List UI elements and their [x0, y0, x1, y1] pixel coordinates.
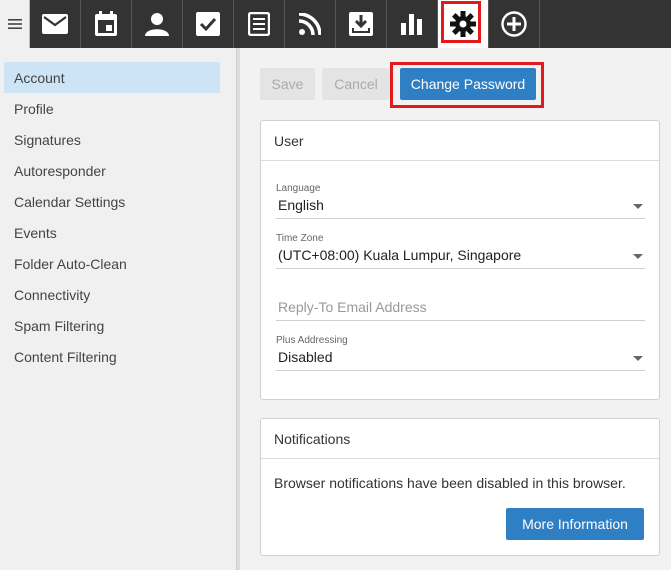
- timezone-value: (UTC+08:00) Kuala Lumpur, Singapore: [278, 247, 522, 263]
- archive-icon: [349, 12, 373, 36]
- settings-main: Save Cancel Change Password User Languag…: [240, 48, 671, 570]
- settings-sidebar: Account Profile Signatures Autoresponder…: [0, 48, 237, 570]
- change-password-button[interactable]: Change Password: [400, 68, 536, 100]
- rss-button[interactable]: [285, 0, 336, 48]
- notifications-message: Browser notifications have been disabled…: [274, 475, 626, 491]
- reports-icon: [401, 14, 422, 35]
- notifications-card: Notifications Browser notifications have…: [260, 418, 660, 556]
- cancel-button[interactable]: Cancel: [322, 68, 390, 100]
- language-label: Language: [276, 183, 321, 194]
- contacts-button[interactable]: [132, 0, 183, 48]
- sidebar-item-label: Events: [14, 224, 57, 241]
- contacts-icon: [145, 13, 169, 36]
- sidebar-item-content-filtering[interactable]: Content Filtering: [4, 341, 220, 372]
- tasks-button[interactable]: [183, 0, 234, 48]
- language-select[interactable]: Language English: [276, 183, 645, 219]
- plus-addressing-select[interactable]: Plus Addressing Disabled: [276, 335, 645, 371]
- archive-button[interactable]: [336, 0, 387, 48]
- more-information-button[interactable]: More Information: [506, 508, 644, 540]
- sidebar-item-profile[interactable]: Profile: [4, 93, 220, 124]
- reply-to-placeholder: Reply-To Email Address: [278, 299, 427, 315]
- top-toolbar: [0, 0, 671, 48]
- sidebar-item-signatures[interactable]: Signatures: [4, 124, 220, 155]
- reply-to-email-input[interactable]: Reply-To Email Address: [276, 297, 645, 321]
- sidebar-item-label: Folder Auto-Clean: [14, 255, 127, 272]
- add-icon: [501, 11, 527, 37]
- calendar-button[interactable]: [81, 0, 132, 48]
- menu-icon: [7, 19, 22, 29]
- user-card-title: User: [261, 121, 659, 161]
- timezone-select[interactable]: Time Zone (UTC+08:00) Kuala Lumpur, Sing…: [276, 233, 645, 269]
- mail-button[interactable]: [30, 0, 81, 48]
- save-button[interactable]: Save: [260, 68, 315, 100]
- sidebar-item-connectivity[interactable]: Connectivity: [4, 279, 220, 310]
- sidebar-item-label: Autoresponder: [14, 162, 106, 179]
- rss-icon: [299, 13, 321, 35]
- sidebar-item-account[interactable]: Account: [4, 62, 220, 93]
- chevron-down-icon: [633, 204, 643, 209]
- notifications-card-title: Notifications: [261, 419, 659, 459]
- settings-highlight-box: [441, 1, 481, 43]
- notes-icon: [248, 12, 270, 36]
- sidebar-item-label: Spam Filtering: [14, 317, 105, 334]
- sidebar-item-folder-auto-clean[interactable]: Folder Auto-Clean: [4, 248, 220, 279]
- sidebar-item-calendar-settings[interactable]: Calendar Settings: [4, 186, 220, 217]
- plus-addressing-label: Plus Addressing: [276, 335, 348, 346]
- sidebar-item-label: Account: [14, 69, 65, 86]
- notes-button[interactable]: [234, 0, 285, 48]
- reports-button[interactable]: [387, 0, 438, 48]
- timezone-label: Time Zone: [276, 233, 324, 244]
- mail-icon: [42, 14, 68, 34]
- add-button[interactable]: [489, 0, 540, 48]
- plus-addressing-value: Disabled: [278, 349, 333, 365]
- sidebar-item-label: Content Filtering: [14, 348, 117, 365]
- sidebar-item-events[interactable]: Events: [4, 217, 220, 248]
- chevron-down-icon: [633, 254, 643, 259]
- sidebar-item-label: Connectivity: [14, 286, 91, 303]
- sidebar-item-autoresponder[interactable]: Autoresponder: [4, 155, 220, 186]
- sidebar-item-label: Signatures: [14, 131, 81, 148]
- language-value: English: [278, 197, 324, 213]
- sidebar-item-spam-filtering[interactable]: Spam Filtering: [4, 310, 220, 341]
- calendar-icon: [95, 11, 117, 36]
- tasks-icon: [196, 12, 220, 36]
- user-card: User Language English Time Zone (UTC+08:…: [260, 120, 660, 400]
- chevron-down-icon: [633, 356, 643, 361]
- menu-button[interactable]: [0, 0, 30, 48]
- sidebar-item-label: Calendar Settings: [14, 193, 126, 210]
- sidebar-item-label: Profile: [14, 100, 54, 117]
- settings-button[interactable]: [438, 0, 489, 48]
